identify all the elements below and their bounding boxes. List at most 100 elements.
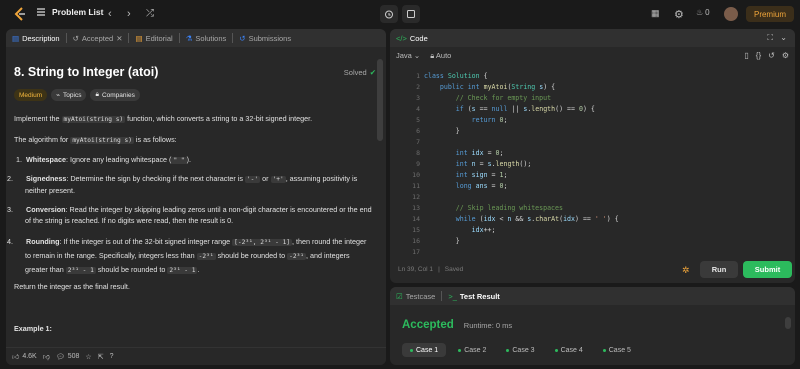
chip-label: Topics [63,91,82,99]
list-bold: Signedness [26,174,67,183]
code-line: } [424,127,460,135]
code-line: long ans = 0; [455,182,508,190]
prev-problem-icon[interactable]: ‹ [108,8,112,20]
check-circle-icon: ✔ [369,68,376,77]
inline-code: -2³¹ [196,253,216,260]
debug-icon[interactable]: ✲ [682,265,690,276]
tab-description[interactable]: ▤ Description [6,29,66,47]
text: : Determine the sign by checking if the … [66,174,245,183]
text: should be rounded to [95,265,168,274]
tab-testcase[interactable]: ☑ Testcase [390,287,441,305]
code-editor[interactable]: 1 2 3 4 5 6 7 8 9 10 11 12 13 14 15 16 17 class Solution… [390,65,795,261]
text: or [260,174,271,183]
favorite-button[interactable]: ☆ [85,353,91,361]
code-line: while (idx < n && s.charAt(idx) == ' ') … [455,215,619,223]
braces-icon[interactable]: {} [756,51,761,60]
scrollbar[interactable] [785,317,791,329]
line-number: 11 [412,182,420,190]
tab-accepted[interactable]: ↺ Accepted ✕ [67,29,129,47]
case-label: Case 5 [608,346,631,354]
problem-list-label: Problem List [52,7,104,17]
difficulty-badge[interactable]: Medium [14,89,48,101]
tab-submissions[interactable]: ↺ Submissions [233,29,297,47]
page-title: 8. String to Integer (atoi) [14,65,159,79]
line-number: 2 [416,83,420,91]
tab-test-result[interactable]: >_ Test Result [442,287,505,305]
streak-count: 0 [705,8,710,17]
run-button[interactable]: Run [700,261,738,278]
notes-button[interactable] [402,5,420,23]
code-line: if (s == null || s.length() == 0) { [455,105,595,113]
gear-icon[interactable]: ⚙ [674,8,684,21]
companies-chip[interactable]: 🔒︎ Companies [90,89,140,101]
code-line: return 0; [471,116,508,124]
tab-editorial[interactable]: ▤ Editorial [129,29,178,47]
case-tab[interactable]: Case 3 [498,343,542,357]
chevron-down-icon[interactable]: ⌄ [780,33,787,42]
comments-button[interactable]: 💬︎ 508 [56,353,80,361]
inline-code: '+' [270,176,286,183]
history-icon: ↺ [72,33,79,43]
case-tab[interactable]: Case 2 [450,343,494,357]
timer-button[interactable] [380,5,398,23]
dislike-button[interactable]: 👎︎ [43,352,50,361]
text: : Read the integer by skipping leading z… [25,205,372,225]
description-actions: 👍︎ 4.6K 👎︎ 💬︎ 508 ☆ ⇱ ? [6,347,386,365]
tab-label: Solutions [195,33,227,43]
help-button[interactable]: ? [110,353,114,360]
like-button[interactable]: 👍︎ 4.6K [12,352,37,361]
code-line: public int myAtoi(String s) { [439,83,556,91]
text: should be rounded to [215,251,288,260]
list-item: 3. Conversion: Read the integer by skipp… [7,204,372,226]
next-problem-icon[interactable]: › [127,8,131,20]
premium-button[interactable]: Premium [746,6,794,22]
tab-code[interactable]: </> Code [390,29,434,47]
description-body: 8. String to Integer (atoi) Solved ✔ Medi… [7,55,376,345]
code-icon: </> [396,33,407,43]
lock-icon: 🔒︎ [430,51,435,60]
problem-list-nav[interactable]: Problem List [36,7,103,17]
leetcode-logo[interactable] [12,6,28,22]
tab-solutions[interactable]: ⚗ Solutions [180,29,233,47]
list-number: 4. [7,237,13,246]
case-tab[interactable]: Case 5 [595,343,639,357]
code-panel: </> Code ⛶ ⌄ Java ⌄ 🔒︎ Auto ▯ {} ↺ ⚙ 1234… [390,29,795,283]
document-icon: ▤ [12,33,20,43]
streak-counter[interactable]: ♨ 0 [696,8,710,17]
line-number: 5 [416,116,420,124]
divider: | [438,266,440,273]
comment-count: 508 [67,353,80,360]
inline-code: '-' [244,176,261,183]
tab-label: Testcase [405,291,436,301]
case-tab[interactable]: Case 4 [547,343,591,357]
result-tabs: ☑ Testcase >_ Test Result [390,287,795,305]
list-icon [37,8,45,16]
pass-dot-icon [554,348,558,352]
settings-icon[interactable]: ⚙ [782,51,789,60]
case-label: Case 3 [512,346,535,354]
avatar[interactable] [724,7,738,21]
share-button[interactable]: ⇱ [98,353,104,361]
book-icon: ▤ [135,33,143,43]
topics-chip[interactable]: ⌁ Topics [51,89,87,101]
reset-icon[interactable]: ↺ [768,51,775,60]
grid-icon[interactable]: ▦ [651,8,660,19]
bookmark-icon[interactable]: ▯ [744,51,748,60]
code-line: int n = s.length(); [455,160,532,168]
auto-toggle[interactable]: 🔒︎ Auto [430,51,451,61]
text: is as follows: [133,135,177,144]
close-icon[interactable]: ✕ [116,34,122,43]
fullscreen-icon[interactable]: ⛶ [767,33,773,43]
return-paragraph: Return the integer as the final result. [14,282,130,291]
editor-actions: ▯ {} ↺ ⚙ [744,51,789,60]
list-number: 1. [16,155,22,164]
description-panel: ▤ Description ↺ Accepted ✕ ▤ Editorial ⚗ Solu… [6,29,386,365]
language-select[interactable]: Java ⌄ [396,51,420,61]
case-tab[interactable]: Case 1 [402,343,447,357]
tab-label: Description [22,33,60,43]
submit-button[interactable]: Submit [743,261,792,278]
line-number: 3 [416,94,420,102]
editor-status: Ln 39, Col 1 | Saved [398,266,463,273]
shuffle-icon[interactable]: ⤮ [146,8,154,19]
scrollbar[interactable] [377,59,383,141]
